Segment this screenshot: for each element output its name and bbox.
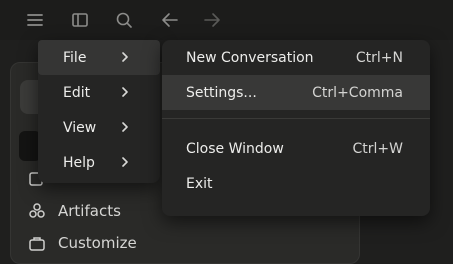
search-icon[interactable]: [114, 10, 134, 30]
sidebar-item-customize[interactable]: Customize: [28, 232, 137, 254]
menu-item-label: Close Window: [186, 140, 284, 157]
menu-item-close-window[interactable]: Close Window Ctrl+W: [162, 131, 430, 166]
customize-icon: [28, 234, 46, 252]
menu-divider: [162, 118, 430, 119]
back-arrow-icon[interactable]: [160, 10, 180, 30]
menu-item-view[interactable]: View: [38, 110, 160, 145]
menu-item-label: View: [63, 119, 97, 136]
sidebar-item-artifacts[interactable]: Artifacts: [28, 200, 121, 222]
menu-item-label: Help: [63, 154, 95, 171]
artifacts-icon: [28, 202, 46, 220]
app-menu: File Edit View Help: [38, 40, 160, 183]
menu-item-settings[interactable]: Settings... Ctrl+Comma: [162, 75, 430, 110]
sidebar-item-label: Customize: [58, 234, 137, 252]
chevron-right-icon: [118, 155, 132, 169]
shortcut-label: Ctrl+N: [355, 49, 403, 66]
title-bar: [0, 0, 453, 40]
menu-item-label: Exit: [186, 175, 213, 192]
chevron-right-icon: [118, 50, 132, 64]
shortcut-label: Ctrl+W: [352, 140, 403, 157]
hamburger-menu-icon[interactable]: [25, 10, 45, 30]
chevron-right-icon: [118, 85, 132, 99]
menu-item-label: File: [63, 49, 87, 66]
forward-arrow-icon[interactable]: [202, 10, 222, 30]
sidebar-item-label: Artifacts: [58, 202, 121, 220]
shortcut-label: Ctrl+Comma: [312, 84, 403, 101]
menu-item-label: Settings...: [186, 84, 257, 101]
chevron-right-icon: [118, 120, 132, 134]
sidebar-toggle-icon[interactable]: [70, 10, 90, 30]
menu-item-new-conversation[interactable]: New Conversation Ctrl+N: [162, 40, 430, 75]
menu-item-label: New Conversation: [186, 49, 314, 66]
menu-item-edit[interactable]: Edit: [38, 75, 160, 110]
menu-item-exit[interactable]: Exit: [162, 166, 430, 201]
menu-item-file[interactable]: File: [38, 40, 160, 75]
menu-item-label: Edit: [63, 84, 91, 101]
file-submenu: New Conversation Ctrl+N Settings... Ctrl…: [162, 40, 430, 216]
menu-item-help[interactable]: Help: [38, 145, 160, 180]
